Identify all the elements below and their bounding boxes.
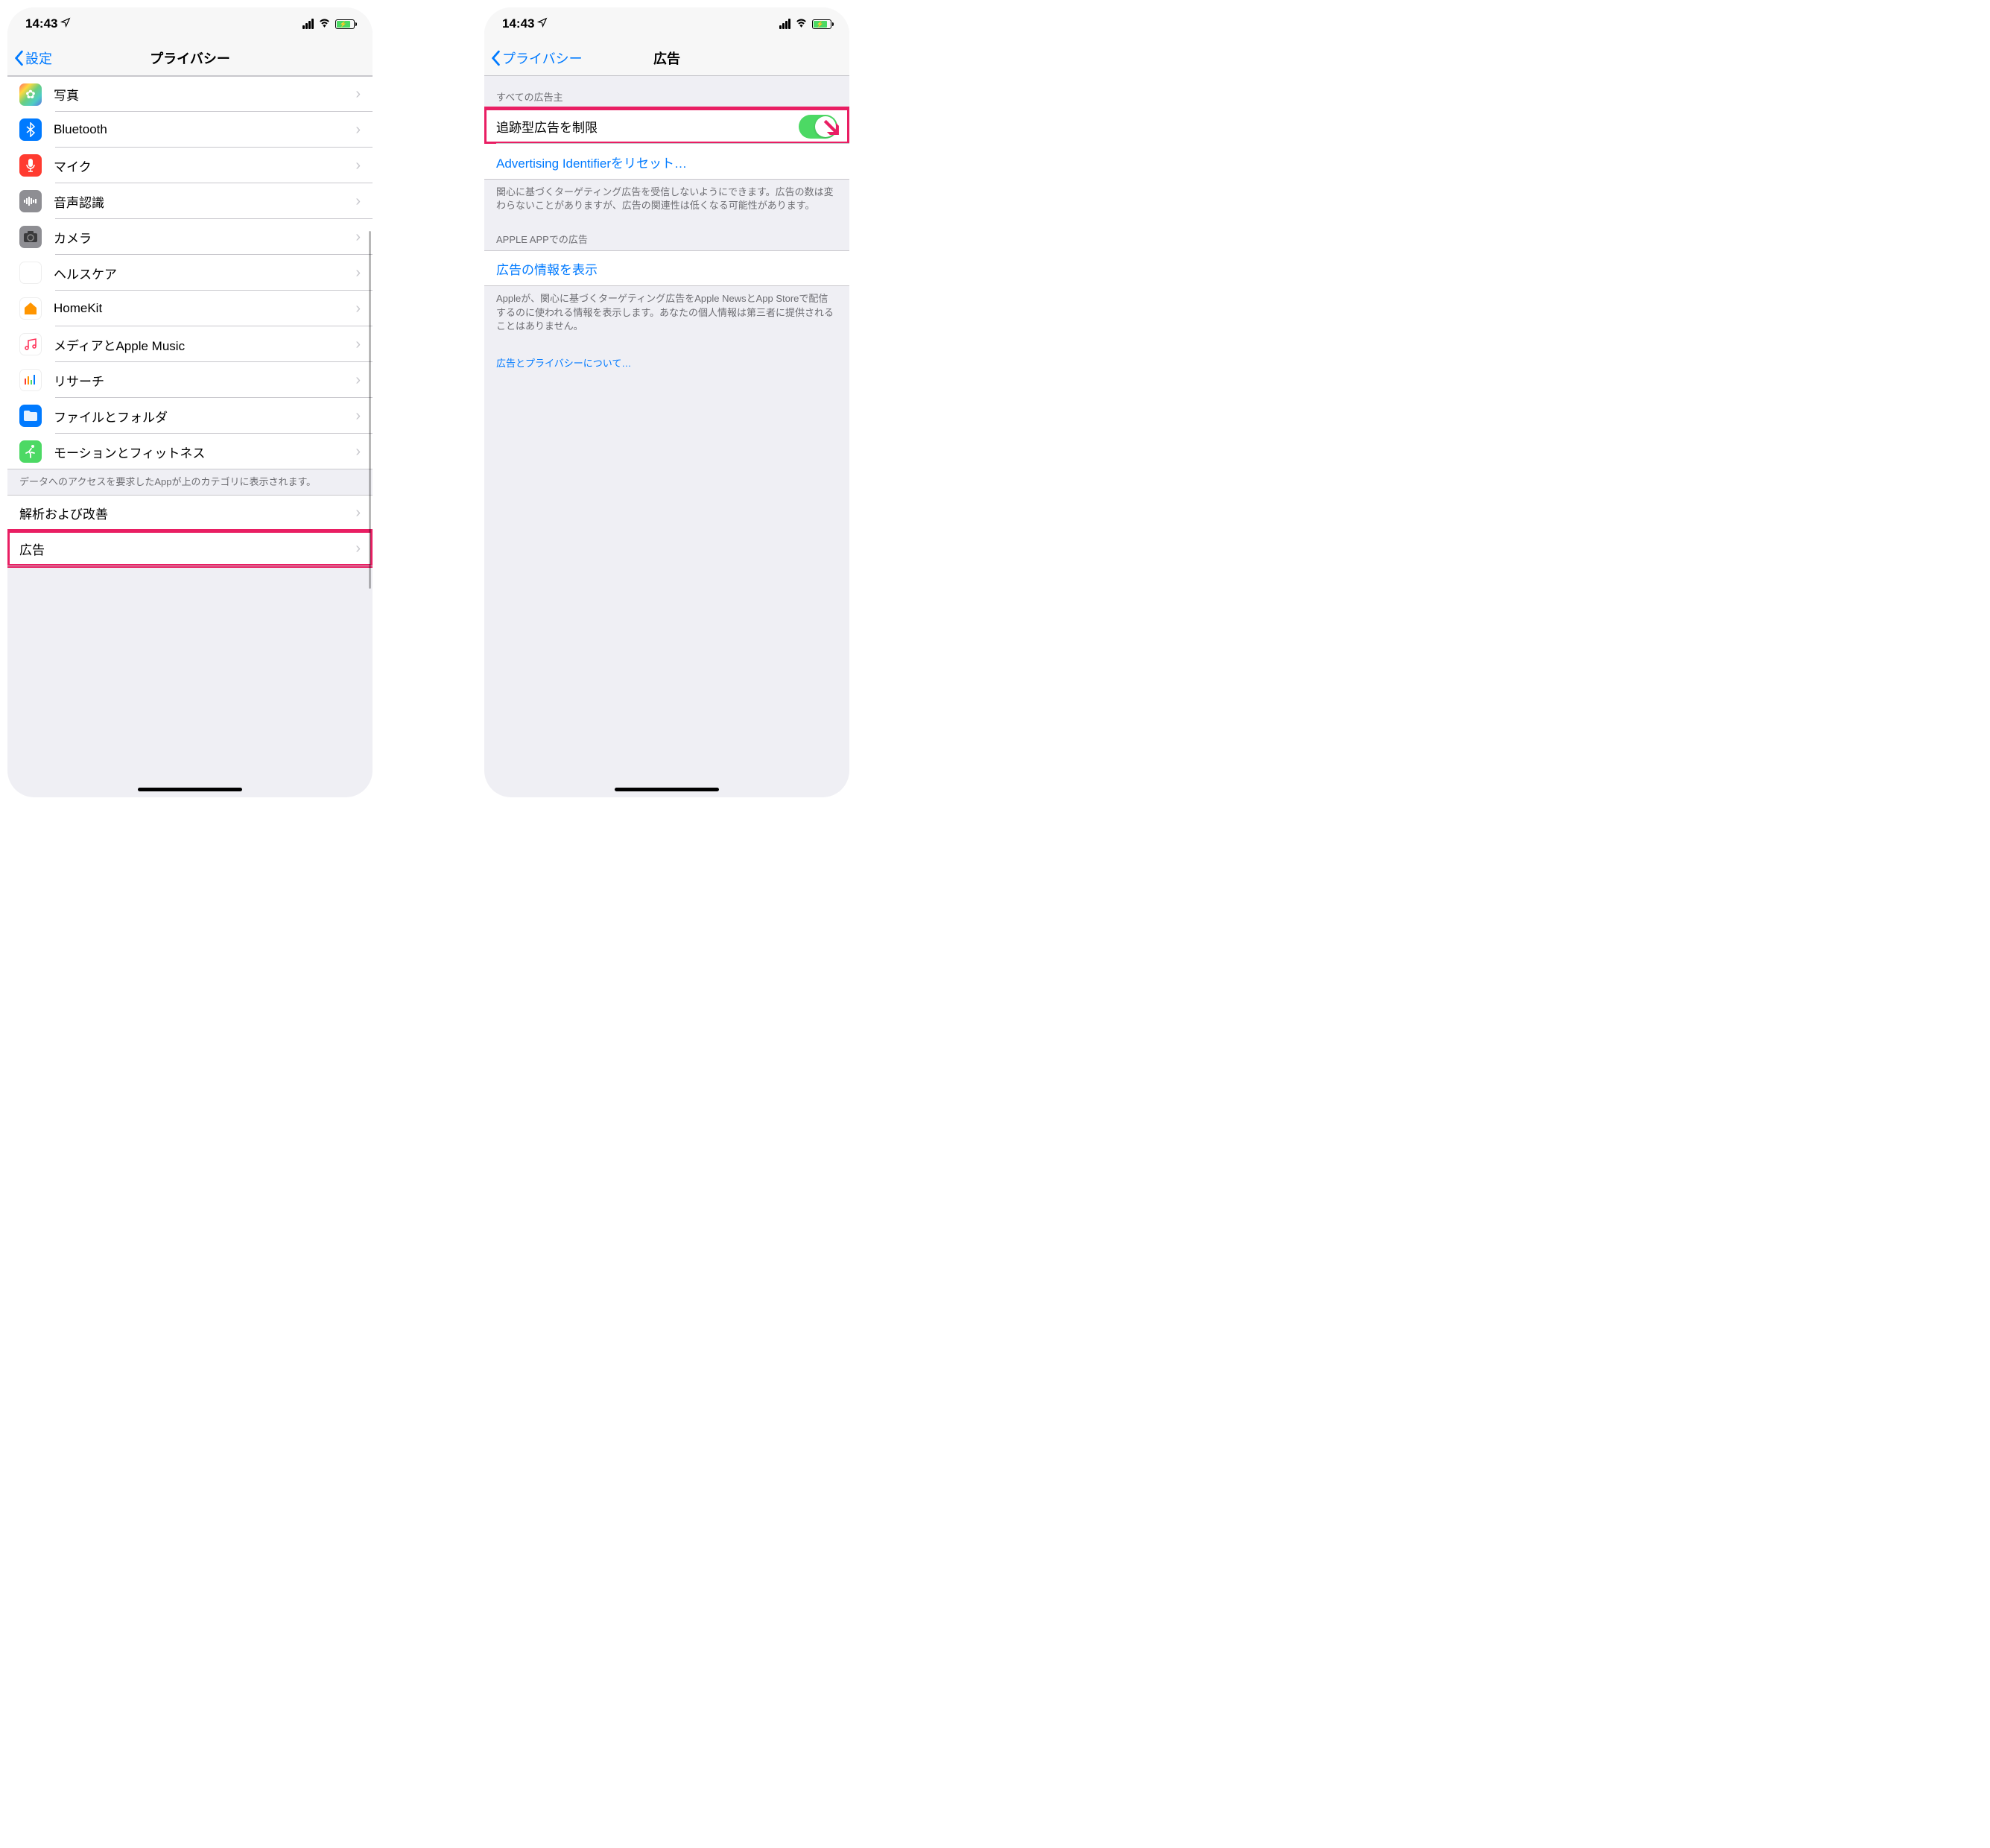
speech-icon xyxy=(19,190,42,212)
back-label: プライバシー xyxy=(502,48,583,68)
music-icon xyxy=(19,333,42,355)
chevron-right-icon: › xyxy=(355,86,361,103)
row-health[interactable]: ♥ ヘルスケア › xyxy=(7,255,373,291)
phone-left: 14:43 ⚡ 設定 プライバシー ✿ 写真 › Bluetooth xyxy=(7,7,373,797)
about-link[interactable]: 広告とプライバシーについて… xyxy=(484,351,849,376)
row-label: ファイルとフォルダ xyxy=(54,407,355,425)
chevron-right-icon: › xyxy=(355,504,361,522)
row-label: モーションとフィットネス xyxy=(54,443,355,461)
footer-text: Appleが、関心に基づくターゲティング広告をApple NewsとApp St… xyxy=(484,286,849,339)
row-label: 追跡型広告を制限 xyxy=(496,117,799,136)
row-advertising[interactable]: 広告 › xyxy=(7,531,373,566)
chevron-right-icon: › xyxy=(355,193,361,210)
row-analytics[interactable]: 解析および改善 › xyxy=(7,495,373,531)
row-label: 広告の情報を表示 xyxy=(496,259,837,278)
files-icon xyxy=(19,405,42,427)
location-icon xyxy=(60,16,71,31)
row-label: 広告 xyxy=(19,539,355,558)
bluetooth-icon xyxy=(19,118,42,141)
row-label: 写真 xyxy=(54,85,355,104)
row-label: カメラ xyxy=(54,228,355,247)
section-header: APPLE APPでの広告 xyxy=(484,218,849,250)
row-bluetooth[interactable]: Bluetooth › xyxy=(7,112,373,148)
photos-icon: ✿ xyxy=(19,83,42,106)
row-label: Advertising Identifierをリセット… xyxy=(496,153,837,171)
chevron-right-icon: › xyxy=(355,540,361,557)
camera-icon xyxy=(19,226,42,248)
chevron-right-icon: › xyxy=(355,408,361,425)
wifi-icon xyxy=(795,16,808,31)
row-limit-tracking[interactable]: 追跡型広告を制限 xyxy=(484,108,849,144)
row-label: マイク xyxy=(54,156,355,175)
status-time: 14:43 xyxy=(502,16,534,31)
back-button[interactable]: プライバシー xyxy=(490,48,583,68)
content-scroll[interactable]: すべての広告主 追跡型広告を制限 Advertising Identifierを… xyxy=(484,76,849,797)
home-indicator[interactable] xyxy=(615,788,719,791)
footer-text: 関心に基づくターゲティング広告を受信しないようにできます。広告の数は変わらないこ… xyxy=(484,180,849,218)
status-bar: 14:43 ⚡ xyxy=(7,7,373,40)
link-label: 広告とプライバシーについて… xyxy=(496,358,631,369)
research-icon xyxy=(19,369,42,391)
row-motion[interactable]: モーションとフィットネス › xyxy=(7,434,373,469)
nav-bar: 設定 プライバシー xyxy=(7,40,373,76)
chevron-left-icon xyxy=(13,50,24,66)
row-label: メディアとApple Music xyxy=(54,335,355,354)
page-title: 広告 xyxy=(653,48,680,68)
row-label: ヘルスケア xyxy=(54,264,355,282)
location-icon xyxy=(537,16,548,31)
row-speech[interactable]: 音声認識 › xyxy=(7,183,373,219)
row-label: HomeKit xyxy=(54,301,355,316)
chevron-right-icon: › xyxy=(355,265,361,282)
row-show-ad-info[interactable]: 広告の情報を表示 xyxy=(484,250,849,286)
phone-right: 14:43 ⚡ プライバシー 広告 すべての広告主 追跡型広告を制限 Adver… xyxy=(484,7,849,797)
chevron-right-icon: › xyxy=(355,300,361,317)
row-reset-identifier[interactable]: Advertising Identifierをリセット… xyxy=(484,144,849,180)
microphone-icon xyxy=(19,154,42,177)
cellular-icon xyxy=(302,19,314,29)
back-button[interactable]: 設定 xyxy=(13,48,52,68)
row-media[interactable]: メディアとApple Music › xyxy=(7,326,373,362)
health-icon: ♥ xyxy=(19,262,42,284)
row-label: 解析および改善 xyxy=(19,504,355,522)
scrollbar[interactable] xyxy=(369,231,371,589)
wifi-icon xyxy=(318,16,331,31)
motion-icon xyxy=(19,440,42,463)
chevron-right-icon: › xyxy=(355,372,361,389)
status-time: 14:43 xyxy=(25,16,57,31)
chevron-right-icon: › xyxy=(355,229,361,246)
battery-icon: ⚡ xyxy=(335,19,355,29)
cellular-icon xyxy=(779,19,790,29)
row-research[interactable]: リサーチ › xyxy=(7,362,373,398)
page-title: プライバシー xyxy=(150,48,230,68)
battery-icon: ⚡ xyxy=(812,19,831,29)
chevron-right-icon: › xyxy=(355,336,361,353)
home-indicator[interactable] xyxy=(138,788,242,791)
row-photos[interactable]: ✿ 写真 › xyxy=(7,76,373,112)
row-files[interactable]: ファイルとフォルダ › xyxy=(7,398,373,434)
row-microphone[interactable]: マイク › xyxy=(7,148,373,183)
homekit-icon xyxy=(19,297,42,320)
toggle-switch[interactable] xyxy=(799,115,837,139)
section-header: すべての広告主 xyxy=(484,76,849,108)
row-label: Bluetooth xyxy=(54,122,355,137)
footer-text: データへのアクセスを要求したAppが上のカテゴリに表示されます。 xyxy=(7,469,373,495)
nav-bar: プライバシー 広告 xyxy=(484,40,849,76)
back-label: 設定 xyxy=(25,48,52,68)
row-camera[interactable]: カメラ › xyxy=(7,219,373,255)
status-bar: 14:43 ⚡ xyxy=(484,7,849,40)
content-scroll[interactable]: ✿ 写真 › Bluetooth › マイク › 音声認識 › xyxy=(7,76,373,797)
chevron-right-icon: › xyxy=(355,157,361,174)
row-homekit[interactable]: HomeKit › xyxy=(7,291,373,326)
chevron-left-icon xyxy=(490,50,501,66)
row-label: 音声認識 xyxy=(54,192,355,211)
chevron-right-icon: › xyxy=(355,443,361,461)
chevron-right-icon: › xyxy=(355,121,361,139)
row-label: リサーチ xyxy=(54,371,355,390)
